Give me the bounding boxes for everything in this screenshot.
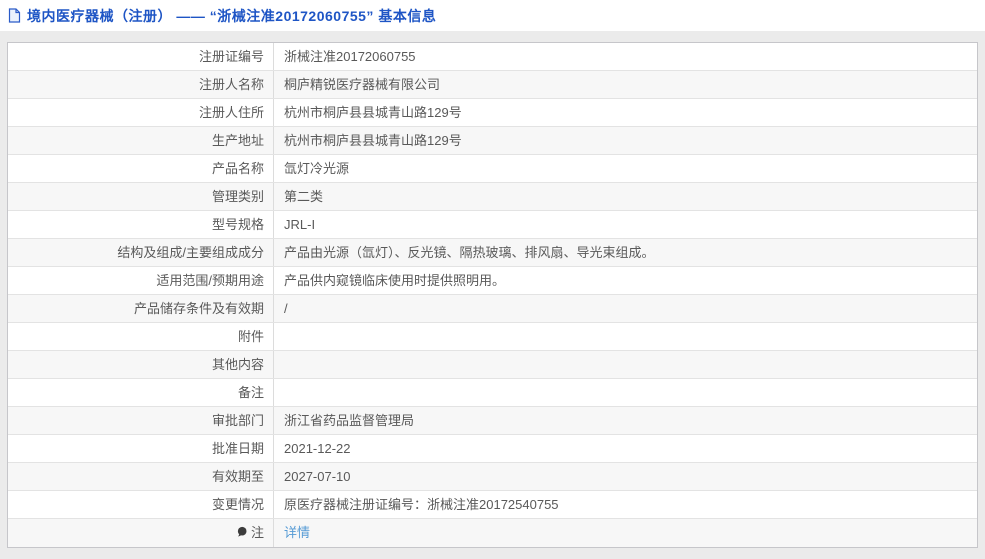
- row-value: 详情: [274, 519, 977, 547]
- note-icon: [236, 520, 248, 537]
- row-label: 注: [8, 519, 274, 547]
- table-row-note: 注 详情: [8, 519, 977, 547]
- table-row: 审批部门 浙江省药品监督管理局: [8, 407, 977, 435]
- row-value: 产品供内窥镜临床使用时提供照明用。: [284, 273, 506, 288]
- table-row: 结构及组成/主要组成成分 产品由光源（氙灯）、反光镜、隔热玻璃、排风扇、导光束组…: [8, 239, 977, 267]
- table-row: 型号规格 JRL-I: [8, 211, 977, 239]
- row-label: 注册证编号: [8, 43, 274, 70]
- row-value: 原医疗器械注册证编号：浙械注准20172540755: [284, 497, 559, 512]
- row-label: 备注: [8, 379, 274, 406]
- registration-info-table: 注册证编号 浙械注准20172060755 注册人名称 桐庐精锐医疗器械有限公司…: [7, 42, 978, 548]
- row-label: 适用范围/预期用途: [8, 267, 274, 294]
- table-row: 其他内容: [8, 351, 977, 379]
- row-value: [274, 351, 977, 378]
- table-row: 注册证编号 浙械注准20172060755: [8, 43, 977, 71]
- row-value: 浙江省药品监督管理局: [284, 413, 415, 428]
- row-value: [274, 323, 977, 350]
- row-label: 产品储存条件及有效期: [8, 295, 274, 322]
- table-row: 管理类别 第二类: [8, 183, 977, 211]
- table-row: 产品名称 氙灯冷光源: [8, 155, 977, 183]
- row-value: 2021-12-22: [284, 441, 351, 456]
- row-label: 批准日期: [8, 435, 274, 462]
- table-row: 附件: [8, 323, 977, 351]
- document-icon: [8, 8, 21, 23]
- table-row: 适用范围/预期用途 产品供内窥镜临床使用时提供照明用。: [8, 267, 977, 295]
- row-value: 氙灯冷光源: [284, 161, 350, 176]
- row-label: 注册人名称: [8, 71, 274, 98]
- row-label: 管理类别: [8, 183, 274, 210]
- row-label: 产品名称: [8, 155, 274, 182]
- row-value: /: [284, 301, 288, 316]
- row-label: 结构及组成/主要组成成分: [8, 239, 274, 266]
- row-label: 注册人住所: [8, 99, 274, 126]
- table-row: 有效期至 2027-07-10: [8, 463, 977, 491]
- row-value: 第二类: [284, 189, 324, 204]
- row-value: 杭州市桐庐县县城青山路129号: [284, 133, 462, 148]
- title-bar: 境内医疗器械（注册） —— “浙械注准20172060755” 基本信息: [0, 0, 985, 31]
- row-value: 杭州市桐庐县县城青山路129号: [284, 105, 462, 120]
- page: 境内医疗器械（注册） —— “浙械注准20172060755” 基本信息 注册证…: [0, 0, 985, 559]
- details-link[interactable]: 详情: [284, 525, 310, 540]
- row-label: 审批部门: [8, 407, 274, 434]
- row-label: 其他内容: [8, 351, 274, 378]
- table-row: 生产地址 杭州市桐庐县县城青山路129号: [8, 127, 977, 155]
- row-value: 2027-07-10: [284, 469, 351, 484]
- page-title: 境内医疗器械（注册） —— “浙械注准20172060755” 基本信息: [27, 7, 437, 24]
- table-row: 变更情况 原医疗器械注册证编号：浙械注准20172540755: [8, 491, 977, 519]
- row-value: 桐庐精锐医疗器械有限公司: [284, 77, 441, 92]
- row-label-text: 注: [250, 525, 264, 540]
- table-row: 注册人住所 杭州市桐庐县县城青山路129号: [8, 99, 977, 127]
- table-row: 批准日期 2021-12-22: [8, 435, 977, 463]
- row-value: 产品由光源（氙灯）、反光镜、隔热玻璃、排风扇、导光束组成。: [284, 245, 655, 260]
- table-row: 注册人名称 桐庐精锐医疗器械有限公司: [8, 71, 977, 99]
- row-value: JRL-I: [284, 217, 316, 232]
- row-value: [274, 379, 977, 406]
- row-label: 变更情况: [8, 491, 274, 518]
- row-label: 有效期至: [8, 463, 274, 490]
- table-row: 备注: [8, 379, 977, 407]
- row-label: 附件: [8, 323, 274, 350]
- row-label: 型号规格: [8, 211, 274, 238]
- table-row: 产品储存条件及有效期 /: [8, 295, 977, 323]
- row-label: 生产地址: [8, 127, 274, 154]
- row-value: 浙械注准20172060755: [284, 49, 416, 64]
